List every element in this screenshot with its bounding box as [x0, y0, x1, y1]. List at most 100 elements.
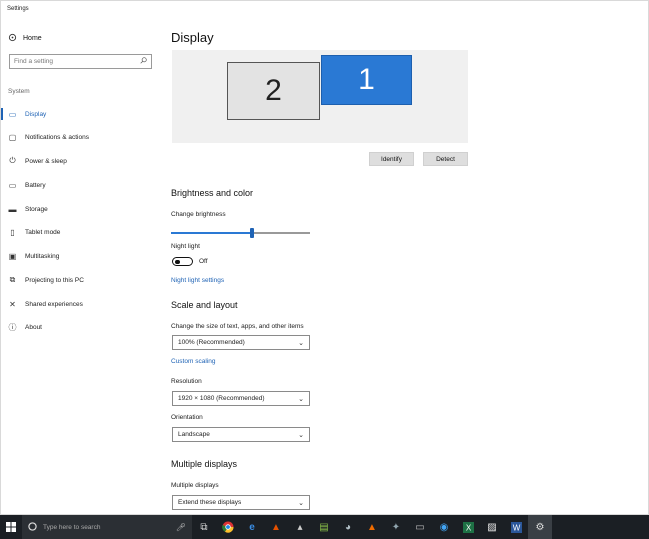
sidebar-item-label: About — [25, 323, 42, 331]
sidebar-item-power[interactable]: ⏻ Power & sleep — [8, 155, 158, 167]
night-light-toggle[interactable] — [172, 257, 193, 266]
battery-icon: ▭ — [8, 180, 17, 190]
app-icon[interactable]: ▨ — [480, 515, 504, 539]
active-indicator — [1, 108, 3, 120]
photos-icon[interactable]: ▤ — [312, 515, 336, 539]
sidebar-item-label: Battery — [25, 181, 46, 189]
sidebar: Home Find a setting System ▭ Display ▢ N… — [1, 23, 161, 513]
app-icon[interactable]: ◕ — [336, 515, 360, 539]
app-icon[interactable]: ✦ — [384, 515, 408, 539]
brightness-slider[interactable] — [171, 228, 310, 238]
sidebar-home[interactable]: Home — [8, 33, 42, 44]
brightness-heading: Brightness and color — [171, 188, 254, 198]
shared-icon: ✕ — [9, 299, 16, 309]
select-value: 1920 × 1080 (Recommended) — [178, 395, 265, 402]
text-size-select[interactable]: 100% (Recommended) ⌄ — [172, 335, 310, 350]
identify-button[interactable]: Identify — [369, 152, 414, 166]
text-size-label: Change the size of text, apps, and other… — [171, 323, 304, 330]
app-icon[interactable]: ▲ — [360, 515, 384, 539]
word-icon[interactable]: W — [504, 515, 528, 539]
sidebar-item-tablet-mode[interactable]: ▯ Tablet mode — [8, 226, 158, 238]
app-icon[interactable]: ▴ — [288, 515, 312, 539]
page-title: Display — [171, 30, 214, 45]
orientation-select[interactable]: Landscape ⌄ — [172, 427, 310, 442]
search-placeholder: Find a setting — [14, 58, 54, 65]
sidebar-item-label: Tablet mode — [25, 228, 61, 236]
orientation-label: Orientation — [171, 414, 203, 421]
sidebar-item-label: Power & sleep — [25, 157, 67, 165]
slider-thumb[interactable] — [250, 228, 254, 238]
window-title: Settings — [7, 6, 29, 12]
resolution-select[interactable]: 1920 × 1080 (Recommended) ⌄ — [172, 391, 310, 406]
night-light-settings-link[interactable]: Night light settings — [171, 277, 224, 284]
monitor-icon: ▭ — [8, 109, 17, 119]
section-label-system: System — [8, 88, 30, 95]
sidebar-item-notifications[interactable]: ▢ Notifications & actions — [8, 131, 158, 143]
storage-icon: ▬ — [8, 204, 17, 214]
monitor-arrangement: 2 1 — [172, 50, 468, 143]
search-input[interactable]: Find a setting — [9, 54, 152, 69]
monitor-2[interactable]: 2 — [227, 62, 320, 120]
sidebar-item-label: Projecting to this PC — [25, 276, 84, 284]
sidebar-item-display[interactable]: ▭ Display — [8, 108, 158, 120]
multiple-displays-select[interactable]: Extend these displays ⌄ — [172, 495, 310, 510]
projecting-icon: ⧉ — [9, 275, 16, 284]
slider-track-rest — [254, 232, 310, 234]
custom-scaling-link[interactable]: Custom scaling — [171, 358, 215, 365]
monitor-1[interactable]: 1 — [321, 55, 412, 105]
app-icon[interactable]: ◉ — [432, 515, 456, 539]
app-icon[interactable]: ▭ — [408, 515, 432, 539]
sidebar-item-label: Multitasking — [25, 252, 60, 260]
cortana-icon — [28, 521, 37, 533]
settings-window: Settings Home Find a setting System ▭ Di… — [0, 0, 649, 515]
chevron-down-icon: ⌄ — [298, 499, 304, 507]
toggle-knob — [175, 259, 180, 264]
taskbar-search-placeholder: Type here to search — [43, 523, 101, 531]
select-value: Landscape — [178, 431, 210, 438]
tablet-icon: ▯ — [10, 227, 15, 237]
home-label: Home — [23, 35, 42, 42]
select-value: 100% (Recommended) — [178, 339, 245, 346]
select-value: Extend these displays — [178, 499, 242, 506]
sidebar-item-battery[interactable]: ▭ Battery — [8, 179, 158, 191]
detect-button[interactable]: Detect — [423, 152, 468, 166]
svg-text:X: X — [465, 523, 471, 532]
svg-text:W: W — [512, 523, 520, 532]
windows-logo-icon — [6, 522, 16, 532]
search-icon — [140, 57, 147, 66]
chevron-down-icon: ⌄ — [298, 431, 304, 439]
chrome-icon[interactable] — [216, 515, 240, 539]
main-content: Display 2 1 Identify Detect Brightness a… — [171, 23, 641, 513]
start-button[interactable] — [0, 515, 22, 539]
taskbar: Type here to search 🎤︎ ⧉ e ▲ ▴ ▤ ◕ ▲ ✦ ▭… — [0, 515, 649, 539]
task-view-icon[interactable]: ⧉ — [192, 515, 216, 539]
settings-icon[interactable]: ⚙ — [528, 515, 552, 539]
sidebar-item-projecting[interactable]: ⧉ Projecting to this PC — [8, 274, 158, 286]
scale-heading: Scale and layout — [171, 300, 238, 310]
sidebar-item-shared-experiences[interactable]: ✕ Shared experiences — [8, 298, 158, 310]
sidebar-item-about[interactable]: ⓘ About — [8, 321, 158, 333]
night-light-state: Off — [199, 258, 208, 265]
multitasking-icon: ▣ — [8, 251, 17, 261]
edge-icon[interactable]: e — [240, 515, 264, 539]
slider-track-fill — [171, 232, 252, 234]
sidebar-item-storage[interactable]: ▬ Storage — [8, 203, 158, 215]
sidebar-item-multitasking[interactable]: ▣ Multitasking — [8, 250, 158, 262]
sidebar-item-label: Display — [25, 110, 47, 118]
microphone-icon[interactable]: 🎤︎ — [176, 523, 186, 532]
change-brightness-label: Change brightness — [171, 211, 226, 218]
multiple-displays-label: Multiple displays — [171, 482, 219, 489]
resolution-label: Resolution — [171, 378, 202, 385]
excel-icon[interactable]: X — [456, 515, 480, 539]
sidebar-item-label: Storage — [25, 205, 48, 213]
multiple-displays-heading: Multiple displays — [171, 459, 238, 469]
app-icon[interactable]: ▲ — [264, 515, 288, 539]
sidebar-item-label: Notifications & actions — [25, 133, 89, 141]
taskbar-search-input[interactable]: Type here to search 🎤︎ — [22, 515, 192, 539]
home-icon — [8, 33, 17, 44]
chevron-down-icon: ⌄ — [298, 395, 304, 403]
power-icon: ⏻ — [9, 156, 16, 165]
chevron-down-icon: ⌄ — [298, 339, 304, 347]
night-light-label: Night light — [171, 243, 200, 250]
info-icon: ⓘ — [8, 322, 17, 332]
